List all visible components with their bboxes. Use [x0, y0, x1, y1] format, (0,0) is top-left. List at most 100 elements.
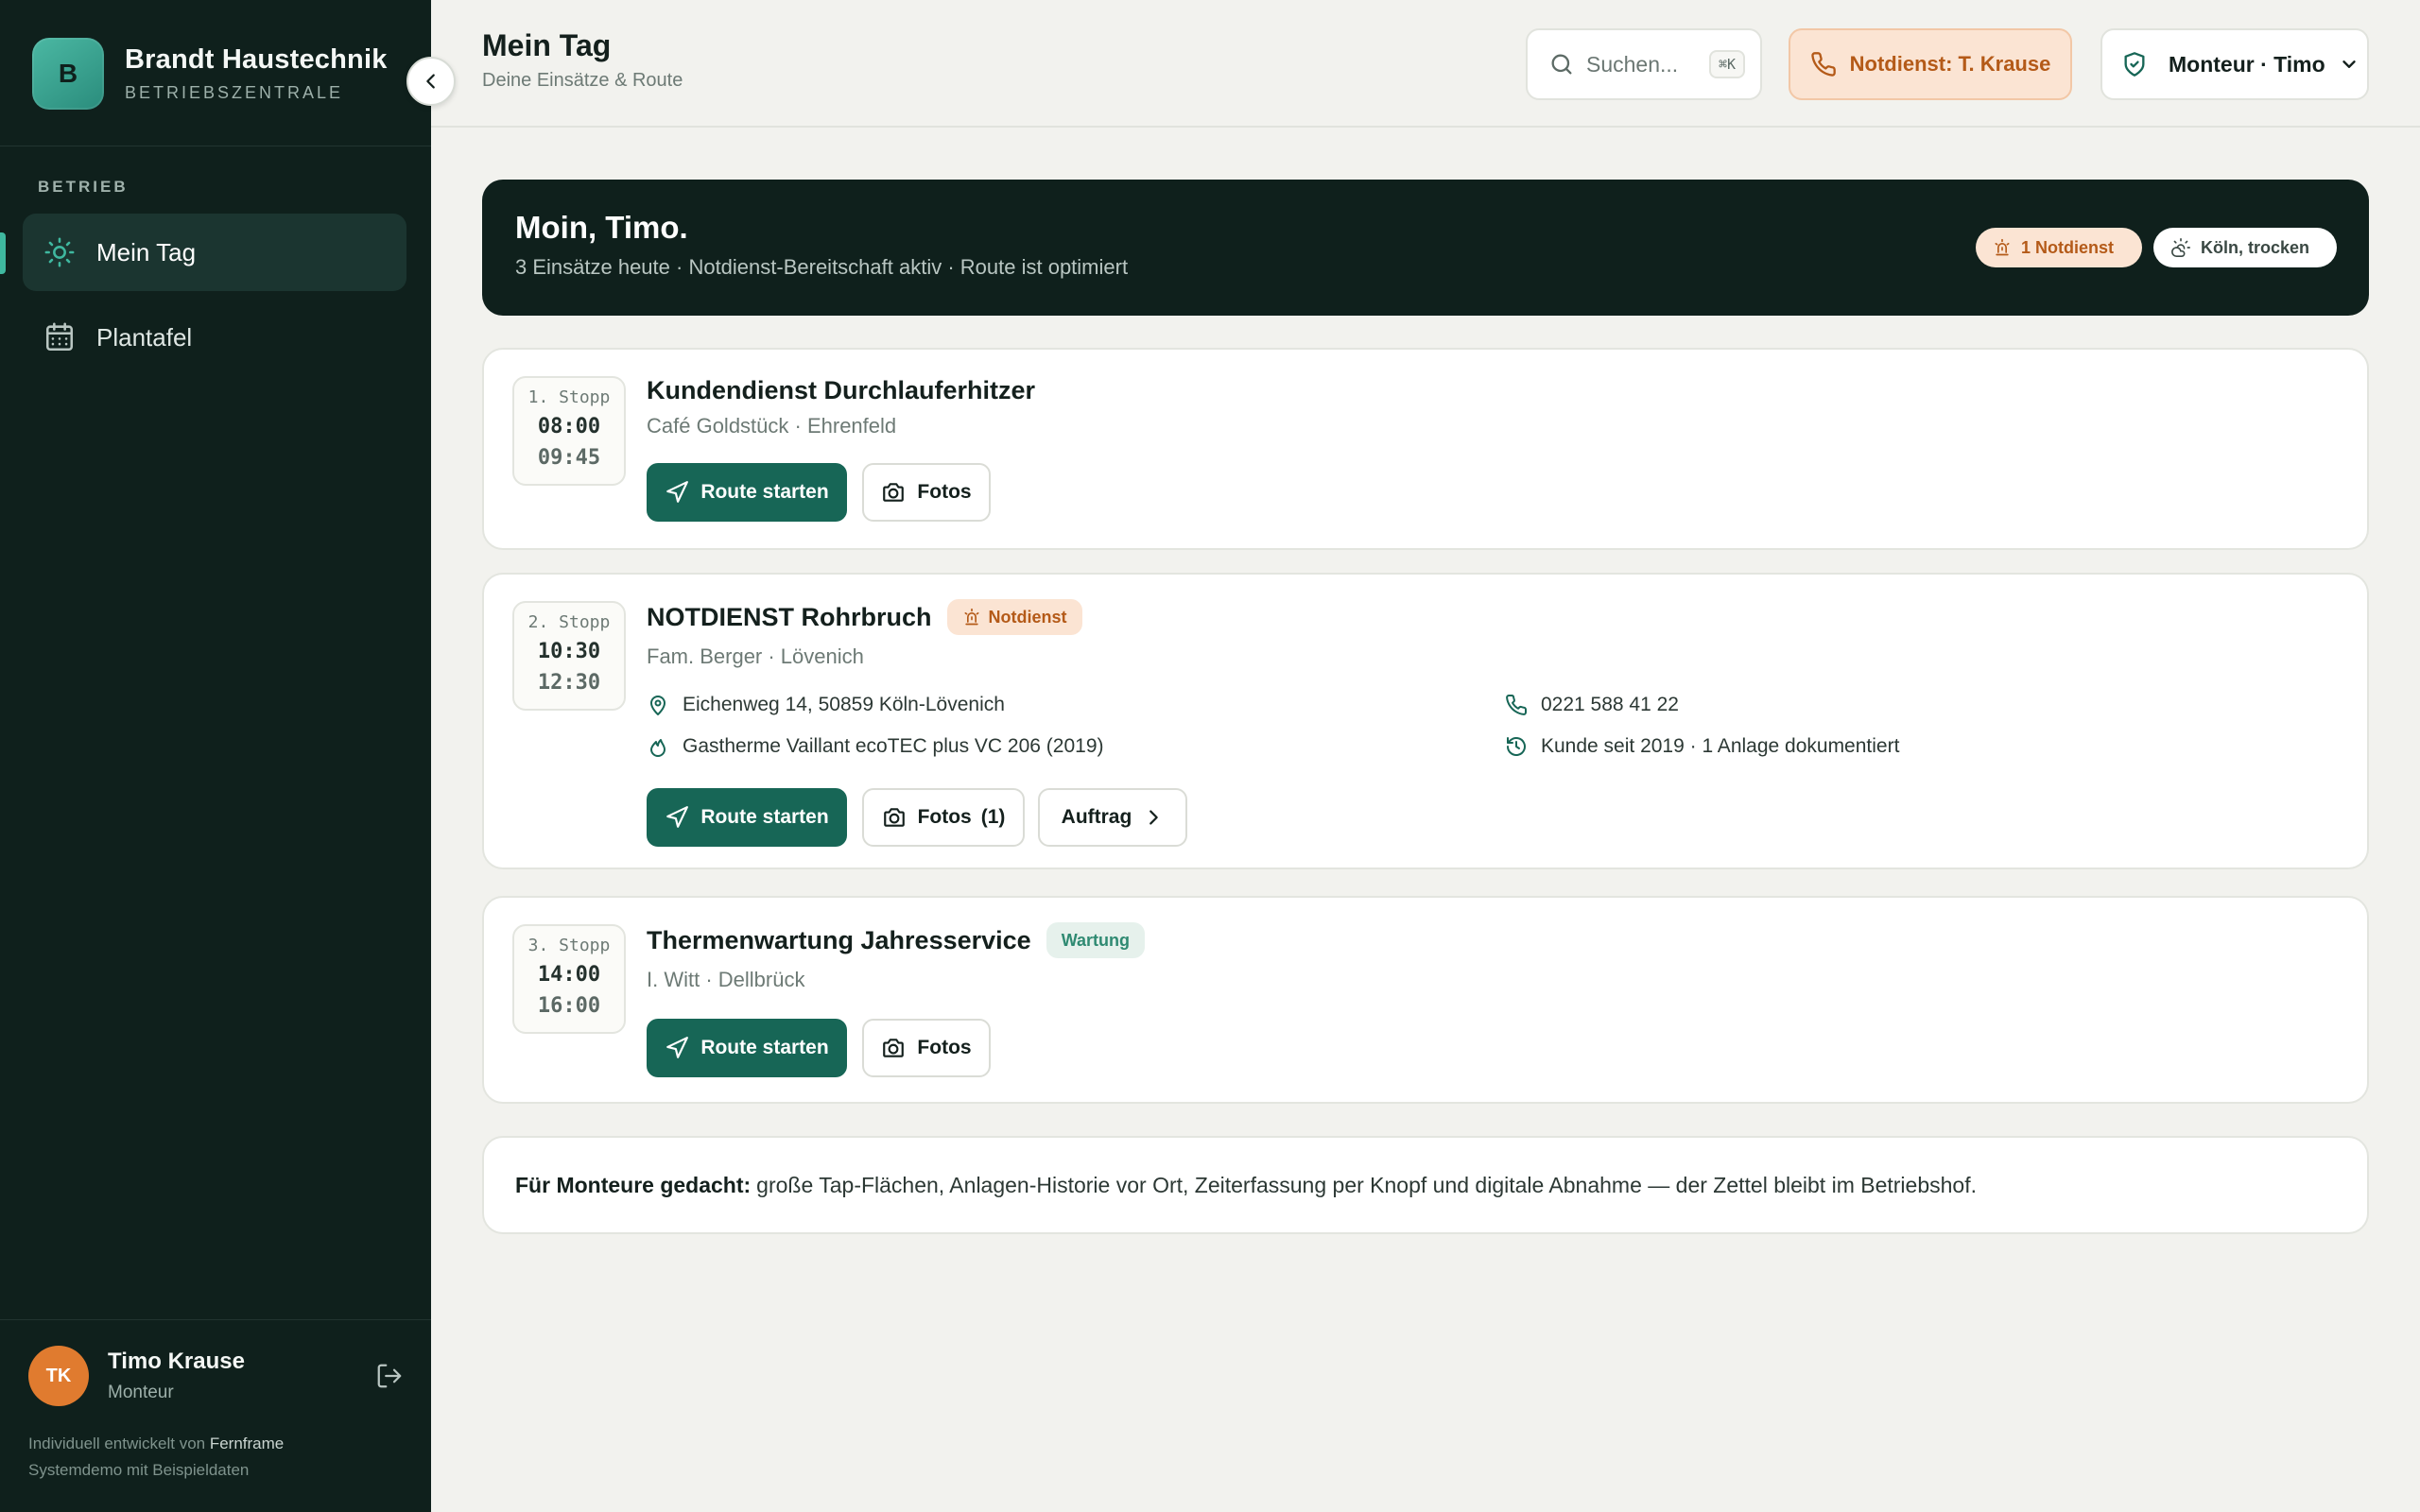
photos-button[interactable]: Fotos (1) [862, 788, 1025, 847]
search-shortcut: ⌘K [1709, 50, 1746, 78]
route-start-label: Route starten [700, 1037, 829, 1058]
stop-time-box: 2. Stopp 10:30 12:30 [512, 601, 626, 711]
user-name: Timo Krause [108, 1349, 245, 1374]
history-text: Kunde seit 2019 · 1 Anlage dokumentiert [1541, 735, 1900, 757]
stop-title: Kundendienst Durchlauferhitzer [647, 376, 1035, 405]
search-input[interactable] [1586, 51, 1709, 77]
active-nav-indicator [0, 232, 6, 274]
stop-title-text: Kundendienst Durchlauferhitzer [647, 376, 1036, 404]
camera-icon [882, 805, 907, 830]
stop-card: 3. Stopp 14:00 16:00 Thermenwartung Jahr… [482, 896, 2369, 1104]
info-note: Für Monteure gedacht: große Tap-Flächen,… [482, 1136, 2369, 1234]
top-header: Mein Tag Deine Einsätze & Route ⌘K Notdi… [431, 0, 2420, 128]
camera-icon [881, 1036, 906, 1060]
address-text: Eichenweg 14, 50859 Köln-Lövenich [683, 694, 1005, 715]
info-note-text: große Tap-Flächen, Anlagen-Historie vor … [756, 1172, 1977, 1197]
photos-count: (1) [980, 806, 1006, 828]
stop-customer: I. Witt · Dellbrück [647, 968, 805, 991]
stop-customer: Fam. Berger · Lövenich [647, 644, 864, 668]
photos-label: Fotos [917, 481, 972, 503]
brand-name: Brandt Haustechnik [125, 44, 388, 75]
stop-end-time: 16:00 [537, 994, 601, 1018]
navigation-icon [665, 480, 689, 505]
auftrag-button[interactable]: Auftrag [1038, 788, 1187, 847]
chevron-left-icon [421, 71, 441, 92]
user-profile: TK Timo Krause Monteur [28, 1346, 406, 1406]
weather-pill: Köln, trocken [2153, 228, 2337, 267]
search-icon [1548, 51, 1575, 77]
phone-text: 0221 588 41 22 [1541, 694, 1679, 715]
camera-icon [881, 480, 906, 505]
map-pin-icon [647, 694, 669, 716]
nav-section-label: BETRIEB [38, 178, 129, 196]
route-start-button[interactable]: Route starten [647, 463, 847, 522]
stop-start-time: 14:00 [537, 963, 601, 987]
sun-icon [42, 234, 78, 270]
logout-icon[interactable] [372, 1359, 406, 1393]
auftrag-label: Auftrag [1061, 806, 1132, 828]
role-label: Monteur · Timo [2169, 51, 2325, 77]
stop-start-time: 10:30 [537, 640, 601, 663]
route-start-button[interactable]: Route starten [647, 788, 847, 847]
welcome-banner: Moin, Timo. 3 Einsätze heute · Notdienst… [482, 180, 2369, 316]
sidebar-item-mein-tag[interactable]: Mein Tag [23, 214, 406, 291]
siren-icon [962, 608, 981, 627]
sidebar-item-plantafel[interactable]: Plantafel [23, 299, 406, 376]
phone-icon [1810, 51, 1837, 77]
route-start-button[interactable]: Route starten [647, 1019, 847, 1077]
user-role: Monteur [108, 1383, 174, 1402]
chevron-down-icon [2339, 54, 2360, 75]
stop-end-time: 09:45 [537, 446, 601, 470]
welcome-subtitle: 3 Einsätze heute · Notdienst-Bereitschaf… [515, 255, 1129, 279]
history-row: Kunde seit 2019 · 1 Anlage dokumentiert [1505, 735, 1899, 758]
stop-end-time: 12:30 [537, 671, 601, 695]
stop-title: NOTDIENST Rohrbruch Notdienst [647, 599, 1082, 635]
weather-label: Köln, trocken [2201, 237, 2310, 257]
photos-button[interactable]: Fotos [862, 1019, 991, 1077]
navigation-icon [665, 805, 689, 830]
stop-card: 1. Stopp 08:00 09:45 Kundendienst Durchl… [482, 348, 2369, 550]
sidebar-footer-divider [0, 1319, 431, 1320]
photos-label: Fotos [917, 806, 972, 828]
credits-demo-note: Systemdemo mit Beispieldaten [28, 1461, 250, 1479]
stop-number: 1. Stopp [527, 387, 611, 407]
sidebar: B Brandt Haustechnik BETRIEBSZENTRALE BE… [0, 0, 431, 1512]
notdienst-count-label: 1 Notdienst [2021, 237, 2115, 257]
notdienst-badge-label: Notdienst [988, 607, 1067, 627]
notdienst-button[interactable]: Notdienst: T. Krause [1789, 28, 2072, 100]
address-row: Eichenweg 14, 50859 Köln-Lövenich [647, 694, 1005, 716]
route-start-label: Route starten [700, 806, 829, 828]
stop-title: Thermenwartung Jahresservice Wartung [647, 922, 1146, 958]
route-start-label: Route starten [700, 481, 829, 503]
page-title: Mein Tag [482, 28, 612, 62]
stop-card-emergency: 2. Stopp 10:30 12:30 NOTDIENST Rohrbruch… [482, 573, 2369, 869]
device-text: Gastherme Vaillant ecoTEC plus VC 206 (2… [683, 735, 1104, 757]
navigation-icon [665, 1036, 689, 1060]
chevron-right-icon [1143, 807, 1164, 828]
credits-prefix: Individuell entwickelt von [28, 1435, 206, 1452]
siren-icon [1993, 238, 2012, 257]
shield-check-icon [2121, 51, 2148, 77]
stop-title-text: Thermenwartung Jahresservice [647, 925, 1031, 954]
notdienst-count-pill: 1 Notdienst [1976, 228, 2142, 267]
stop-number: 3. Stopp [527, 936, 611, 955]
avatar: TK [28, 1346, 89, 1406]
role-selector[interactable]: Monteur · Timo [2100, 28, 2369, 100]
credits-brand-link[interactable]: Fernframe [210, 1435, 284, 1452]
search-box[interactable]: ⌘K [1526, 28, 1762, 100]
sidebar-item-label: Plantafel [96, 322, 193, 352]
cloud-sun-icon [2170, 237, 2191, 258]
stop-title-text: NOTDIENST Rohrbruch [647, 602, 932, 631]
brand-subtitle: BETRIEBSZENTRALE [125, 83, 344, 102]
page-subtitle: Deine Einsätze & Route [482, 70, 683, 91]
phone-icon [1505, 694, 1528, 716]
sidebar-collapse-button[interactable] [406, 57, 456, 106]
stop-time-box: 3. Stopp 14:00 16:00 [512, 924, 626, 1034]
credits: Individuell entwickelt von Fernframe Sys… [28, 1431, 284, 1484]
brand: B Brandt Haustechnik BETRIEBSZENTRALE [32, 38, 388, 110]
device-row: Gastherme Vaillant ecoTEC plus VC 206 (2… [647, 735, 1104, 758]
notdienst-badge: Notdienst [946, 599, 1082, 635]
sidebar-item-label: Mein Tag [96, 237, 197, 266]
phone-row[interactable]: 0221 588 41 22 [1505, 694, 1679, 716]
photos-button[interactable]: Fotos [862, 463, 991, 522]
